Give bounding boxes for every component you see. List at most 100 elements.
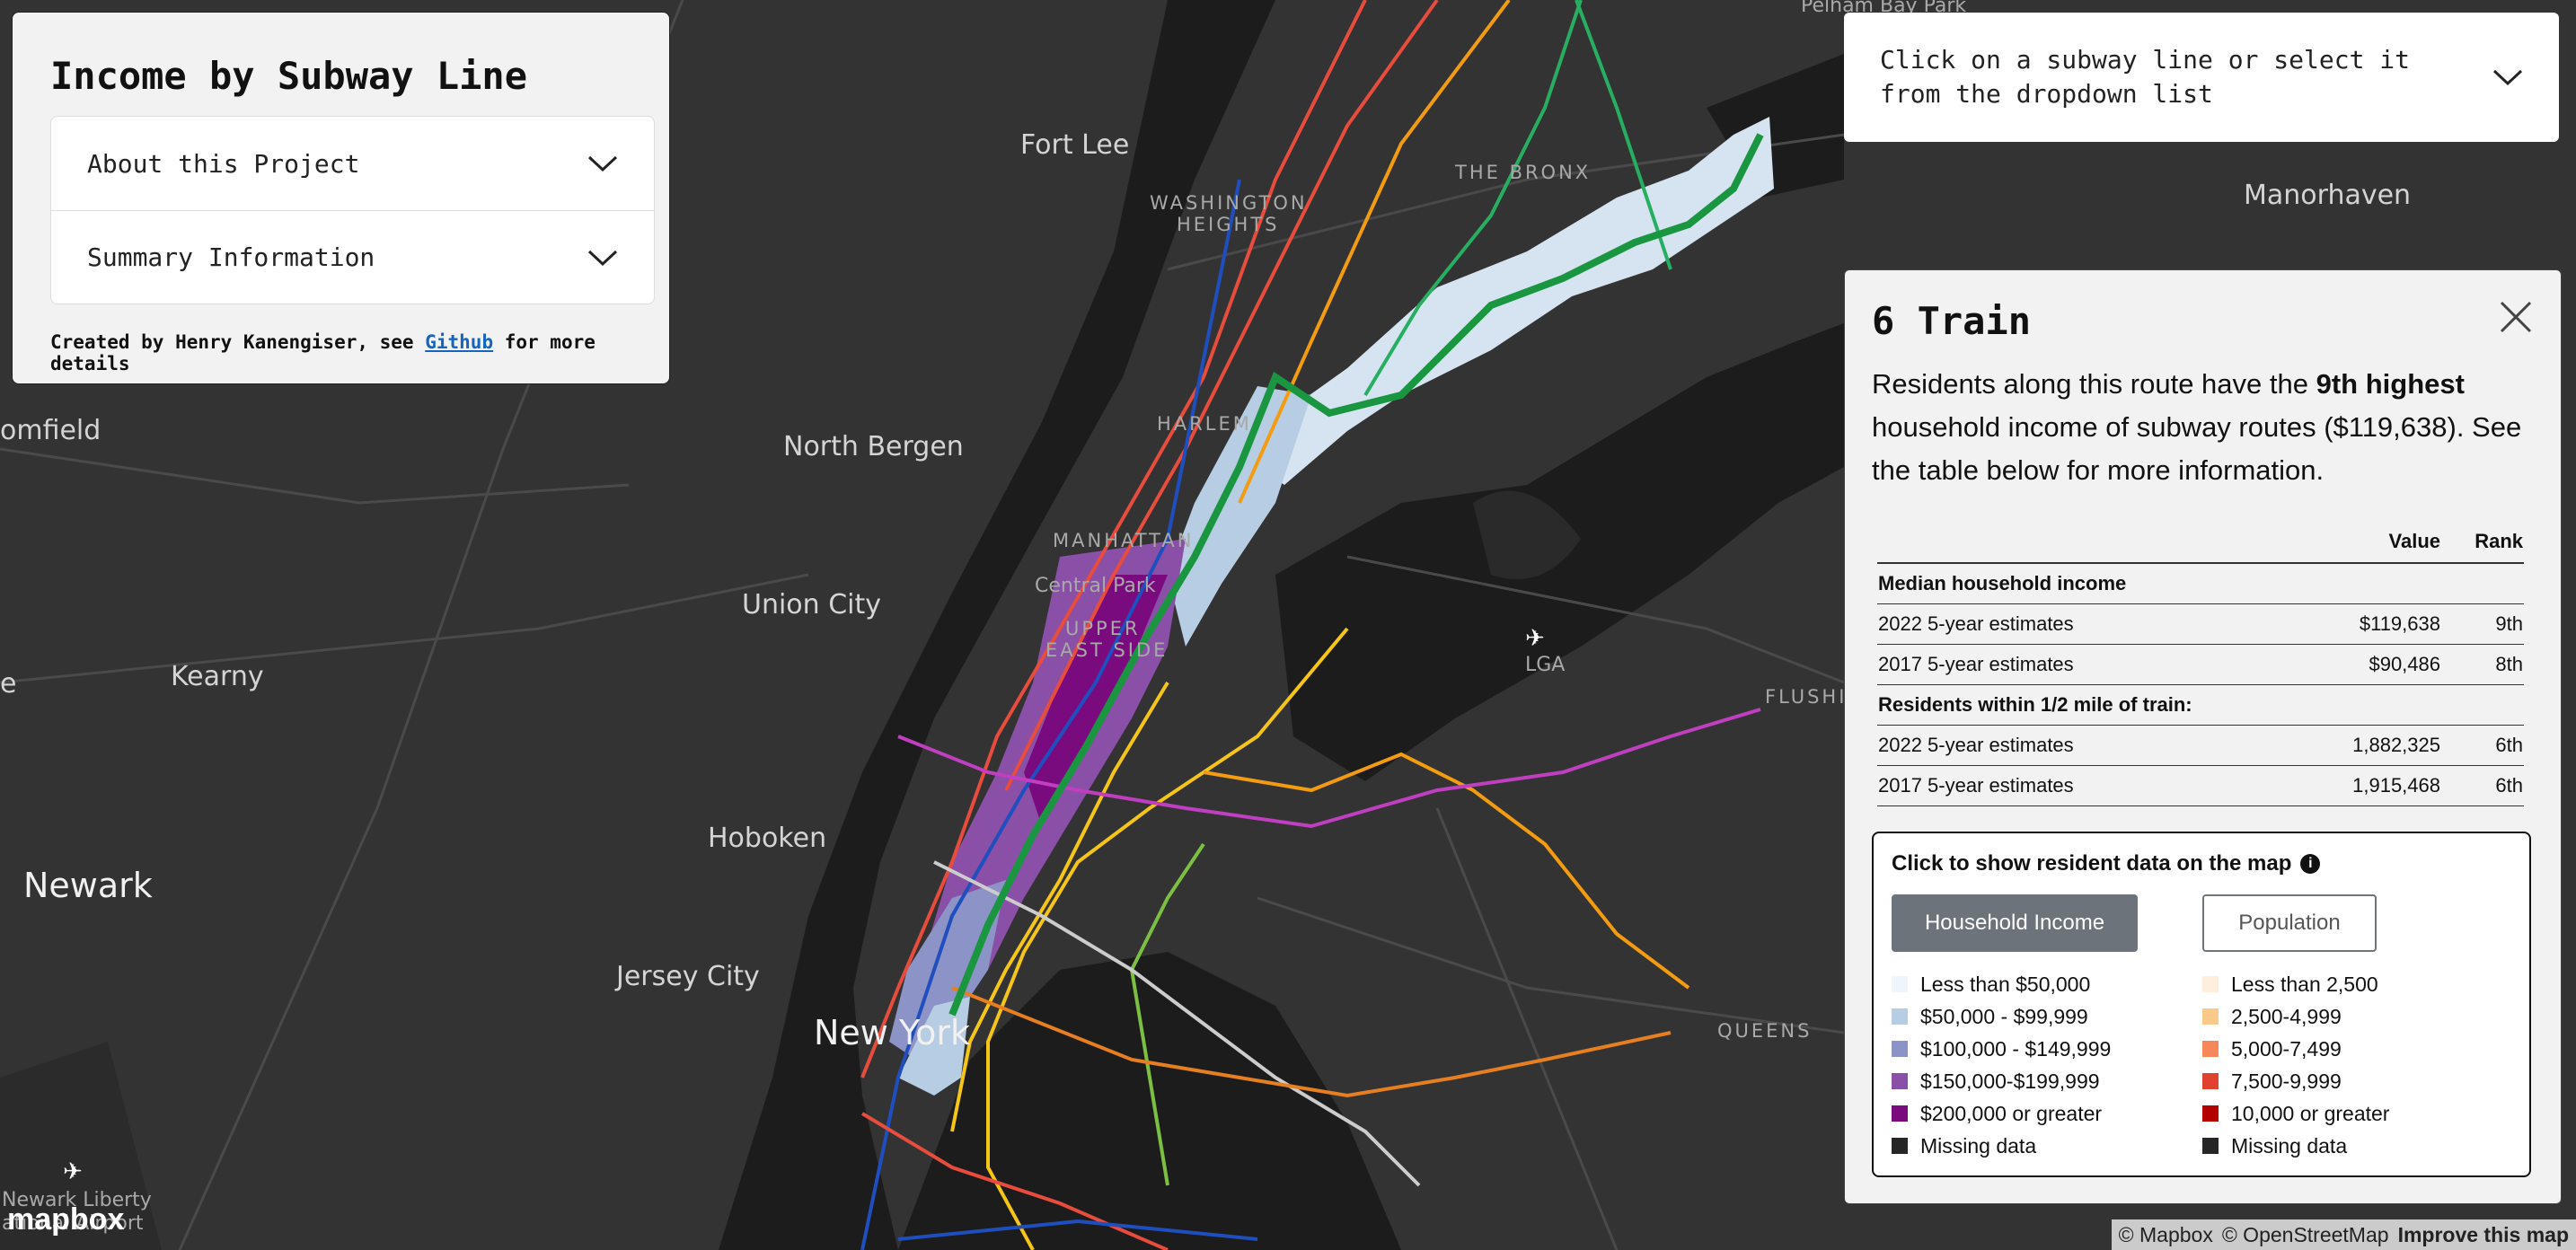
population-button[interactable]: Population	[2202, 894, 2377, 952]
attribution-osm[interactable]: © OpenStreetMap	[2222, 1223, 2389, 1247]
map-label-washington-heights: WASHINGTON	[1150, 192, 1308, 214]
legend-swatch	[2202, 1041, 2219, 1057]
legend-swatch	[1892, 976, 1908, 992]
legend-swatch	[2202, 1073, 2219, 1089]
chevron-down-icon	[2492, 69, 2523, 86]
legend-label: Missing data	[2231, 1133, 2348, 1158]
table-row: 2022 5-year estimates 1,882,325 6th	[1877, 725, 2524, 766]
legend-item: $100,000 - $149,999	[1892, 1033, 2111, 1065]
table-header-label	[1877, 521, 2265, 564]
credit-text: Created by Henry Kanengiser, see Github …	[50, 331, 642, 374]
stats-table: Value Rank Median household income 2022 …	[1877, 521, 2524, 806]
row-value: $119,638	[2264, 603, 2441, 645]
map-label-fort-lee: Fort Lee	[1020, 129, 1130, 161]
legend-label: 10,000 or greater	[2231, 1101, 2390, 1125]
legend-item: Less than 2,500	[2202, 968, 2389, 1000]
legend-label: 2,500-4,999	[2231, 1004, 2342, 1028]
legend-label: $100,000 - $149,999	[1920, 1036, 2112, 1061]
table-header-rank: Rank	[2441, 521, 2524, 564]
legend-swatch	[1892, 1105, 1908, 1122]
accordion-about[interactable]: About this Project	[51, 117, 654, 210]
subway-line-dropdown[interactable]: Click on a subway line or select it from…	[1844, 13, 2559, 142]
app-title: Income by Subway Line	[50, 54, 528, 98]
legend-item: $150,000-$199,999	[1892, 1065, 2111, 1097]
legend-swatch	[2202, 976, 2219, 992]
legend-title: Click to show resident data on the map i	[1892, 851, 2511, 876]
line-title: 6 Train	[1872, 299, 2032, 343]
legend-swatch	[1892, 1138, 1908, 1154]
table-group-income: Median household income	[1877, 563, 2524, 604]
row-value: $90,486	[2264, 644, 2441, 685]
row-label: 2022 5-year estimates	[1877, 725, 2265, 766]
legend-item: 7,500-9,999	[2202, 1065, 2389, 1097]
legend-box: Click to show resident data on the map i…	[1872, 832, 2531, 1177]
legend-title-text: Click to show resident data on the map	[1892, 851, 2292, 876]
row-label: 2017 5-year estimates	[1877, 644, 2265, 685]
row-rank: 6th	[2441, 765, 2524, 806]
household-income-button[interactable]: Household Income	[1892, 894, 2138, 952]
row-rank: 8th	[2441, 644, 2524, 685]
map-label-queens: QUEENS	[1717, 1020, 1813, 1042]
map-label-manorhaven: Manorhaven	[2244, 180, 2412, 211]
dropdown-placeholder: Click on a subway line or select it from…	[1880, 45, 2411, 109]
row-label: 2017 5-year estimates	[1877, 765, 2265, 806]
row-value: 1,915,468	[2264, 765, 2441, 806]
legend-item: 2,500-4,999	[2202, 1000, 2389, 1033]
attribution-mapbox[interactable]: © Mapbox	[2119, 1223, 2213, 1247]
map-label-new-york: New York	[814, 1013, 971, 1052]
summary-rank: 9th highest	[2316, 368, 2465, 400]
income-legend: Less than $50,000 $50,000 - $99,999 $100…	[1892, 968, 2111, 1162]
row-rank: 9th	[2441, 603, 2524, 645]
github-link[interactable]: Github	[425, 331, 493, 353]
map-label-manhattan: MANHATTAN	[1053, 530, 1195, 551]
legend-swatch	[1892, 1073, 1908, 1089]
map-label-upper-east: UPPER	[1065, 618, 1141, 639]
population-legend: Less than 2,500 2,500-4,999 5,000-7,499 …	[2202, 968, 2389, 1162]
map-label-lga: LGA	[1525, 654, 1566, 676]
legend-label: 7,500-9,999	[2231, 1069, 2342, 1093]
map-label-bloomfield: omfield	[0, 415, 101, 446]
airport-icon-newark: ✈	[63, 1158, 83, 1185]
close-icon[interactable]	[2498, 299, 2534, 335]
map-attribution: © Mapbox © OpenStreetMap Improve this ma…	[2111, 1219, 2576, 1250]
info-icon[interactable]: i	[2300, 854, 2321, 874]
legend-swatch	[1892, 1008, 1908, 1025]
legend-swatch	[1892, 1041, 1908, 1057]
chevron-down-icon	[587, 155, 618, 172]
table-header-value: Value	[2264, 521, 2441, 564]
legend-label: Missing data	[1920, 1133, 2037, 1158]
map-label-washington-heights-2: HEIGHTS	[1177, 214, 1280, 235]
line-detail-panel: 6 Train Residents along this route have …	[1844, 269, 2562, 1204]
map-label-kearny: Kearny	[171, 661, 264, 692]
legend-label: $200,000 or greater	[1920, 1101, 2103, 1125]
info-panel: Income by Subway Line About this Project…	[12, 12, 670, 384]
legend-item: 10,000 or greater	[2202, 1097, 2389, 1130]
table-group-population: Residents within 1/2 mile of train:	[1877, 684, 2524, 726]
accordion: About this Project Summary Information	[50, 116, 655, 304]
legend-item: $50,000 - $99,999	[1892, 1000, 2111, 1033]
map-label-hoboken: Hoboken	[708, 823, 827, 854]
legend-item: $200,000 or greater	[1892, 1097, 2111, 1130]
legend-swatch	[2202, 1008, 2219, 1025]
map-label-upper-east-2: EAST SIDE	[1045, 639, 1169, 661]
legend-item: Missing data	[1892, 1130, 2111, 1162]
chevron-down-icon	[587, 250, 618, 266]
legend-item: 5,000-7,499	[2202, 1033, 2389, 1065]
line-summary: Residents along this route have the 9th …	[1872, 363, 2534, 492]
legend-label: Less than $50,000	[1920, 972, 2091, 996]
map-label-union-city: Union City	[742, 589, 882, 621]
summary-suffix: household income of subway routes ($119,…	[1872, 411, 2522, 486]
map-label-e: e	[0, 668, 17, 700]
legend-label: Less than 2,500	[2231, 972, 2378, 996]
legend-swatch	[2202, 1138, 2219, 1154]
accordion-summary[interactable]: Summary Information	[51, 210, 654, 304]
mapbox-logo[interactable]: mapbox	[7, 1202, 124, 1237]
table-row: 2017 5-year estimates $90,486 8th	[1877, 644, 2524, 685]
row-rank: 6th	[2441, 725, 2524, 766]
map-label-central-park: Central Park	[1035, 575, 1156, 597]
legend-label: $50,000 - $99,999	[1920, 1004, 2088, 1028]
accordion-about-label: About this Project	[87, 148, 360, 179]
airport-icon: ✈	[1525, 625, 1545, 652]
credit-prefix: Created by Henry Kanengiser, see	[50, 331, 426, 353]
attribution-improve[interactable]: Improve this map	[2398, 1223, 2569, 1247]
